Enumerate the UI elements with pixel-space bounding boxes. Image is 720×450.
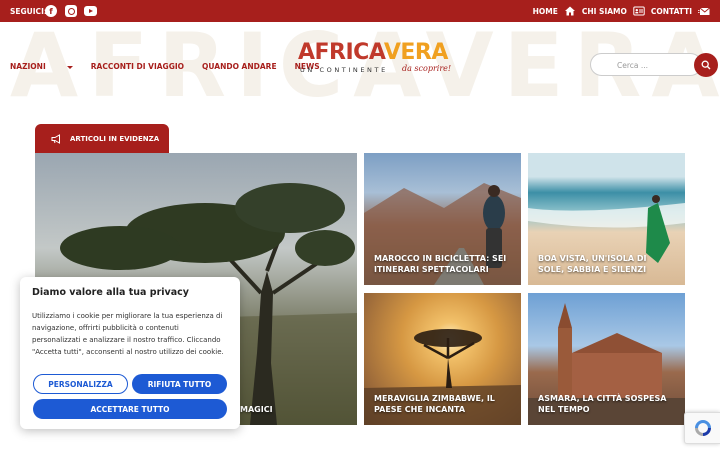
site-logo[interactable]: AFRICAVERA UN CONTINENTE da scoprire!	[298, 40, 453, 80]
cookie-consent-banner: Diamo valore alla tua privacy Utilizziam…	[20, 277, 240, 429]
logo-tagline: da scoprire!	[402, 64, 452, 73]
mail-icon[interactable]	[698, 5, 710, 17]
contacts-link[interactable]: CONTATTI	[651, 7, 692, 16]
chevron-down-icon	[66, 65, 73, 69]
article-title: MAGICI	[240, 405, 273, 414]
search-icon	[701, 60, 711, 70]
article-title: MERAVIGLIA ZIMBABWE, IL PAESE CHE INCANT…	[374, 394, 495, 414]
nav-item-nazioni[interactable]: NAZIONI	[10, 62, 73, 71]
logo-title: AFRICAVERA	[298, 40, 448, 66]
recaptcha-badge[interactable]	[684, 412, 720, 444]
recaptcha-icon	[694, 420, 711, 436]
customize-button[interactable]: PERSONALIZZA	[33, 374, 128, 394]
top-nav: HOME CHI SIAMO CONTATTI	[533, 5, 710, 17]
facebook-icon[interactable]: f	[45, 5, 57, 17]
home-link[interactable]: HOME	[533, 7, 558, 16]
home-icon[interactable]	[564, 5, 576, 17]
id-card-icon[interactable]	[633, 5, 645, 17]
about-link[interactable]: CHI SIAMO	[582, 7, 627, 16]
featured-articles-tab[interactable]: ARTICOLI IN EVIDENZA	[35, 124, 169, 154]
search-input[interactable]: Cerca ...	[590, 53, 702, 76]
featured-tab-label: ARTICOLI IN EVIDENZA	[70, 135, 160, 143]
top-bar: SEGUICI: f HOME CHI SIAMO CONTATTI	[0, 0, 720, 22]
site-header: AFRICAVERA NAZIONI RACCONTI DI VIAGGIO Q…	[0, 22, 720, 100]
logo-part-africa: AFRICA	[298, 40, 384, 65]
article-card-boa-vista[interactable]: BOA VISTA, UN'ISOLA DI SOLE, SABBIA E SI…	[528, 153, 685, 285]
cookie-text: Utilizziamo i cookie per migliorare la t…	[32, 312, 224, 356]
article-card-asmara[interactable]: ASMARA, LA CITTÀ SOSPESA NEL TEMPO	[528, 293, 685, 425]
nav-item-racconti[interactable]: RACCONTI DI VIAGGIO	[91, 62, 184, 71]
instagram-icon[interactable]	[65, 5, 77, 17]
article-title: ASMARA, LA CITTÀ SOSPESA NEL TEMPO	[538, 394, 667, 414]
main-nav: NAZIONI RACCONTI DI VIAGGIO QUANDO ANDAR…	[10, 62, 338, 71]
youtube-icon[interactable]	[84, 6, 97, 16]
article-card-marocco[interactable]: MAROCCO IN BICICLETTA: SEI ITINERARI SPE…	[364, 153, 521, 285]
accept-all-button[interactable]: ACCETTARE TUTTO	[33, 399, 227, 419]
cookie-title: Diamo valore alla tua privacy	[32, 287, 189, 298]
logo-subtitle: UN CONTINENTE	[300, 66, 388, 74]
reject-all-button[interactable]: RIFIUTA TUTTO	[132, 374, 227, 394]
article-card-zimbabwe[interactable]: MERAVIGLIA ZIMBABWE, IL PAESE CHE INCANT…	[364, 293, 521, 425]
follow-label: SEGUICI:	[10, 7, 47, 16]
nav-item-quando-andare[interactable]: QUANDO ANDARE	[202, 62, 277, 71]
search-box: Cerca ...	[590, 53, 718, 77]
megaphone-icon	[51, 134, 60, 144]
article-title: BOA VISTA, UN'ISOLA DI SOLE, SABBIA E SI…	[538, 254, 647, 274]
search-button[interactable]	[694, 53, 718, 77]
nav-item-nazioni-label: NAZIONI	[10, 62, 46, 71]
article-title: MAROCCO IN BICICLETTA: SEI ITINERARI SPE…	[374, 254, 507, 274]
logo-part-vera: VERA	[383, 40, 449, 65]
